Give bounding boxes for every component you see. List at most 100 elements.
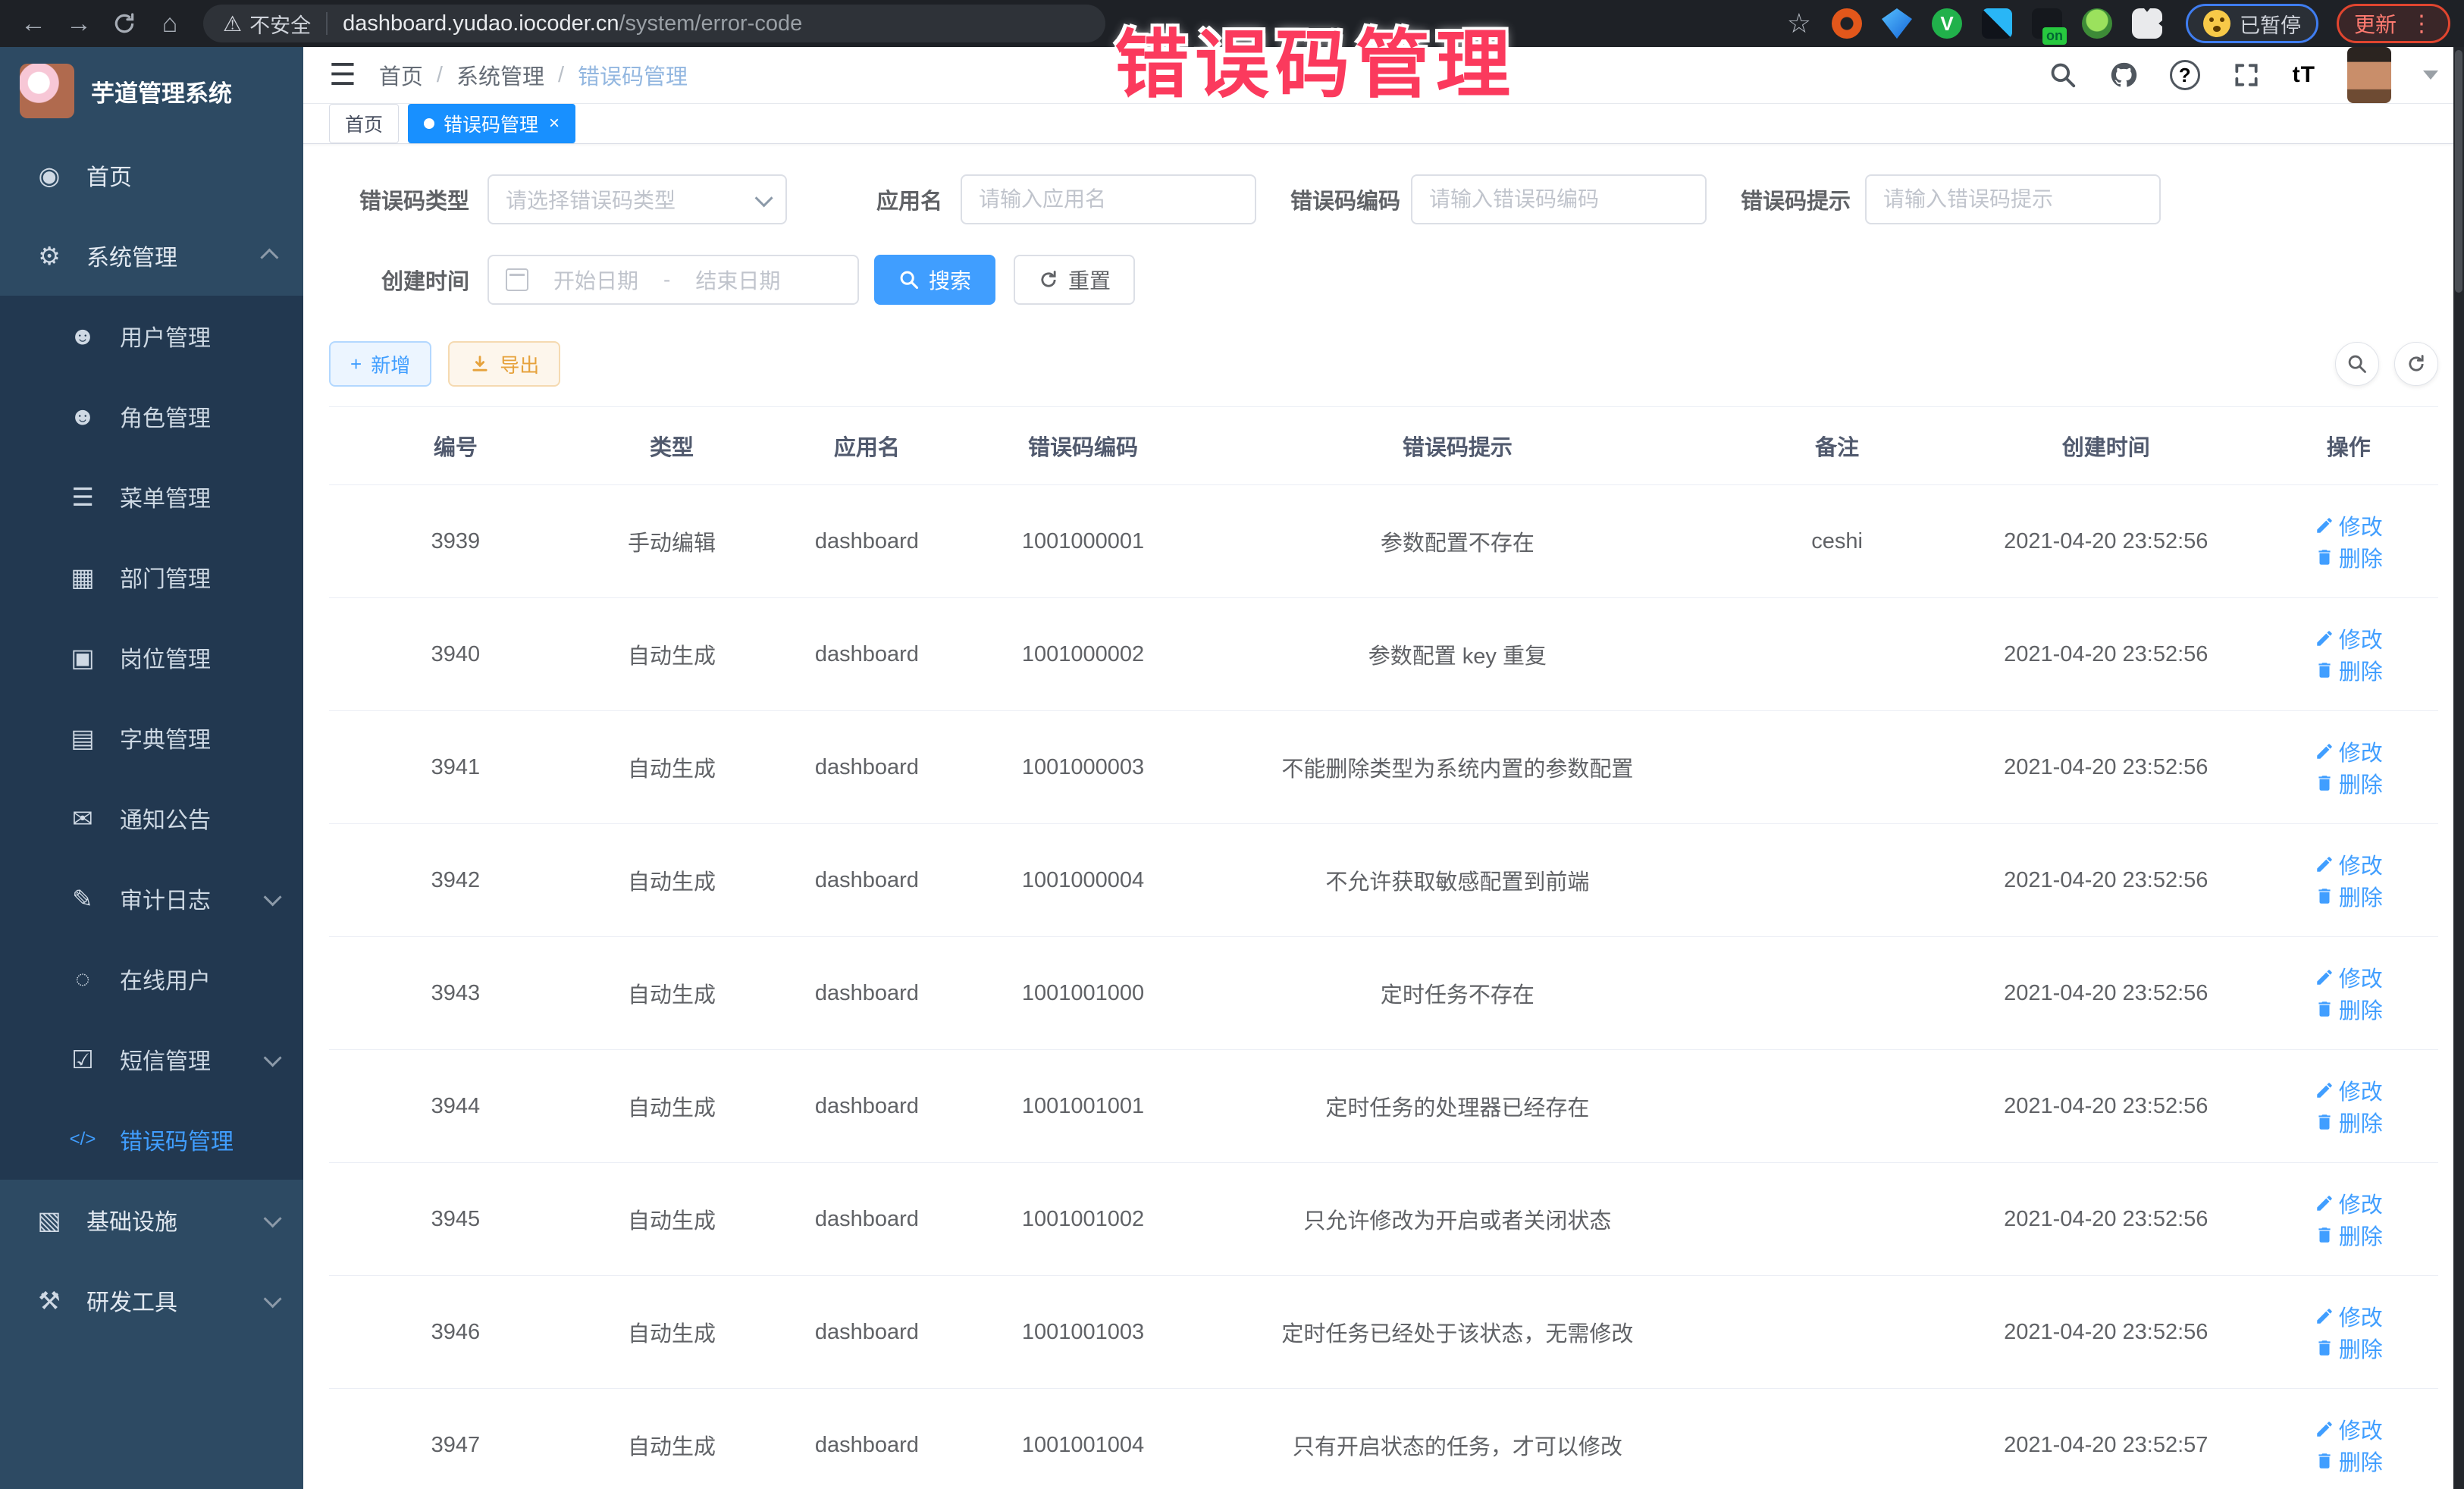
breadcrumb-system[interactable]: 系统管理 <box>456 59 544 91</box>
security-warning[interactable]: ⚠ 不安全 <box>223 9 311 39</box>
url-text: dashboard.yudao.iocoder.cn/system/error-… <box>343 11 802 36</box>
edit-link[interactable]: 修改 <box>2315 961 2383 993</box>
reset-button[interactable]: 重置 <box>1014 255 1135 305</box>
sidebar-item-通知公告[interactable]: ✉通知公告 <box>0 778 303 858</box>
cell-hint: 不允许获取敏感配置到前端 <box>1194 824 1722 937</box>
sidebar-item-短信管理[interactable]: ☑短信管理 <box>0 1019 303 1099</box>
chevron-down-icon <box>264 1209 282 1227</box>
collapse-sidebar-icon[interactable]: ☰ <box>329 58 356 92</box>
type-select[interactable]: 请选择错误码类型 <box>487 174 787 224</box>
edit-link[interactable]: 修改 <box>2315 509 2383 541</box>
forward-icon[interactable]: → <box>59 4 99 43</box>
gear-icon: ⚙ <box>32 241 67 271</box>
export-button[interactable]: 导出 <box>448 341 560 387</box>
devtool-icon: ⚒ <box>32 1286 67 1315</box>
extension-icon[interactable] <box>2032 8 2062 39</box>
cell-code: 1001000003 <box>972 711 1193 824</box>
edit-link[interactable]: 修改 <box>2315 622 2383 654</box>
sidebar-menu: ◉首页⚙系统管理☻用户管理☻角色管理☰菜单管理▦部门管理▣岗位管理▤字典管理✉通… <box>0 135 303 1340</box>
delete-link[interactable]: 删除 <box>2315 1106 2383 1138</box>
start-date-placeholder[interactable]: 开始日期 <box>539 265 653 295</box>
home-icon[interactable]: ⌂ <box>150 4 190 43</box>
sidebar-item-label: 研发工具 <box>86 1284 245 1317</box>
active-dot-icon <box>424 118 434 129</box>
sidebar-item-部门管理[interactable]: ▦部门管理 <box>0 537 303 617</box>
back-icon[interactable]: ← <box>14 4 53 43</box>
fullscreen-icon[interactable] <box>2232 61 2261 89</box>
error-code-value: 1001001002 <box>1022 1207 1144 1231</box>
edit-link[interactable]: 修改 <box>2315 735 2383 767</box>
sidebar-item-基础设施[interactable]: ▧基础设施 <box>0 1180 303 1260</box>
sidebar-item-岗位管理[interactable]: ▣岗位管理 <box>0 617 303 697</box>
cell-remark <box>1721 1163 1953 1276</box>
page-scrollbar[interactable] <box>2453 47 2464 1489</box>
scrollbar-thumb[interactable] <box>2455 50 2462 293</box>
search-button[interactable]: 搜索 <box>874 255 995 305</box>
delete-link[interactable]: 删除 <box>2315 1332 2383 1364</box>
search-icon[interactable] <box>2049 61 2077 89</box>
edit-link[interactable]: 修改 <box>2315 848 2383 880</box>
user-avatar[interactable] <box>2347 47 2391 103</box>
github-icon[interactable] <box>2109 61 2138 89</box>
end-date-placeholder[interactable]: 结束日期 <box>681 265 795 295</box>
extension-icon[interactable]: V <box>1932 8 1962 39</box>
tab-error-code[interactable]: 错误码管理 × <box>408 104 575 143</box>
edit-link[interactable]: 修改 <box>2315 1413 2383 1445</box>
add-button[interactable]: + 新增 <box>329 341 431 387</box>
sidebar-item-菜单管理[interactable]: ☰菜单管理 <box>0 456 303 537</box>
paused-extension-pill[interactable]: 已暂停 <box>2186 4 2318 43</box>
refresh-button[interactable] <box>2394 342 2438 386</box>
app-name-input[interactable] <box>979 187 1238 212</box>
extension-icon[interactable] <box>2082 8 2112 39</box>
breadcrumb-home[interactable]: 首页 <box>379 59 423 91</box>
delete-link[interactable]: 删除 <box>2315 541 2383 573</box>
delete-link[interactable]: 删除 <box>2315 767 2383 799</box>
cell-type: 自动生成 <box>582 598 761 711</box>
sidebar-item-首页[interactable]: ◉首页 <box>0 135 303 215</box>
edit-link[interactable]: 修改 <box>2315 1300 2383 1332</box>
reload-icon[interactable] <box>105 4 144 43</box>
sidebar-item-错误码管理[interactable]: </>错误码管理 <box>0 1099 303 1180</box>
browser-update-button[interactable]: 更新 ⋮ <box>2337 4 2450 43</box>
sidebar-item-角色管理[interactable]: ☻角色管理 <box>0 376 303 456</box>
error-code-table: 编号类型应用名错误码编码错误码提示备注创建时间操作 3939手动编辑dashbo… <box>303 387 2464 1489</box>
tab-home[interactable]: 首页 <box>329 104 399 143</box>
delete-link[interactable]: 删除 <box>2315 1445 2383 1477</box>
error-code-value: 1001001001 <box>1022 1094 1144 1118</box>
delete-link[interactable]: 删除 <box>2315 880 2383 912</box>
toggle-search-button[interactable] <box>2335 342 2379 386</box>
delete-link[interactable]: 删除 <box>2315 993 2383 1025</box>
sidebar-item-在线用户[interactable]: ◌在线用户 <box>0 939 303 1019</box>
sidebar: 芋道管理系统 ◉首页⚙系统管理☻用户管理☻角色管理☰菜单管理▦部门管理▣岗位管理… <box>0 47 303 1489</box>
cell-code: 1001001001 <box>972 1050 1193 1163</box>
extension-icon[interactable] <box>1832 8 1862 39</box>
sidebar-item-用户管理[interactable]: ☻用户管理 <box>0 296 303 376</box>
delete-link[interactable]: 删除 <box>2315 654 2383 686</box>
help-icon[interactable]: ? <box>2170 60 2200 90</box>
code-input[interactable] <box>1429 187 1688 212</box>
sidebar-item-label: 首页 <box>86 158 277 192</box>
hint-input[interactable] <box>1883 187 2143 212</box>
bookmark-star-icon[interactable]: ☆ <box>1787 8 1811 39</box>
chevron-down-icon[interactable] <box>2423 71 2438 80</box>
cell-id: 3941 <box>329 711 582 824</box>
browser-menu-icon[interactable]: ⋮ <box>2410 11 2433 37</box>
edit-link[interactable]: 修改 <box>2315 1187 2383 1219</box>
sidebar-item-审计日志[interactable]: ✎审计日志 <box>0 858 303 939</box>
edit-link[interactable]: 修改 <box>2315 1074 2383 1106</box>
extension-icon[interactable] <box>1882 8 1912 39</box>
date-range-picker[interactable]: 开始日期 - 结束日期 <box>487 255 859 305</box>
sidebar-item-系统管理[interactable]: ⚙系统管理 <box>0 215 303 296</box>
cell-operations: 修改删除 <box>2259 598 2438 711</box>
sidebar-item-字典管理[interactable]: ▤字典管理 <box>0 697 303 778</box>
extensions-puzzle-icon[interactable] <box>2132 8 2162 39</box>
delete-link[interactable]: 删除 <box>2315 1219 2383 1251</box>
app-logo-row[interactable]: 芋道管理系统 <box>0 47 303 135</box>
audit-log-icon: ✎ <box>65 884 100 914</box>
close-tab-icon[interactable]: × <box>549 113 560 134</box>
extension-icon[interactable] <box>1982 8 2012 39</box>
address-bar[interactable]: ⚠ 不安全 dashboard.yudao.iocoder.cn/system/… <box>203 5 1105 42</box>
font-size-icon[interactable]: tT <box>2293 62 2315 88</box>
sidebar-item-研发工具[interactable]: ⚒ 研发工具 <box>0 1260 303 1340</box>
cell-app: dashboard <box>761 937 972 1050</box>
